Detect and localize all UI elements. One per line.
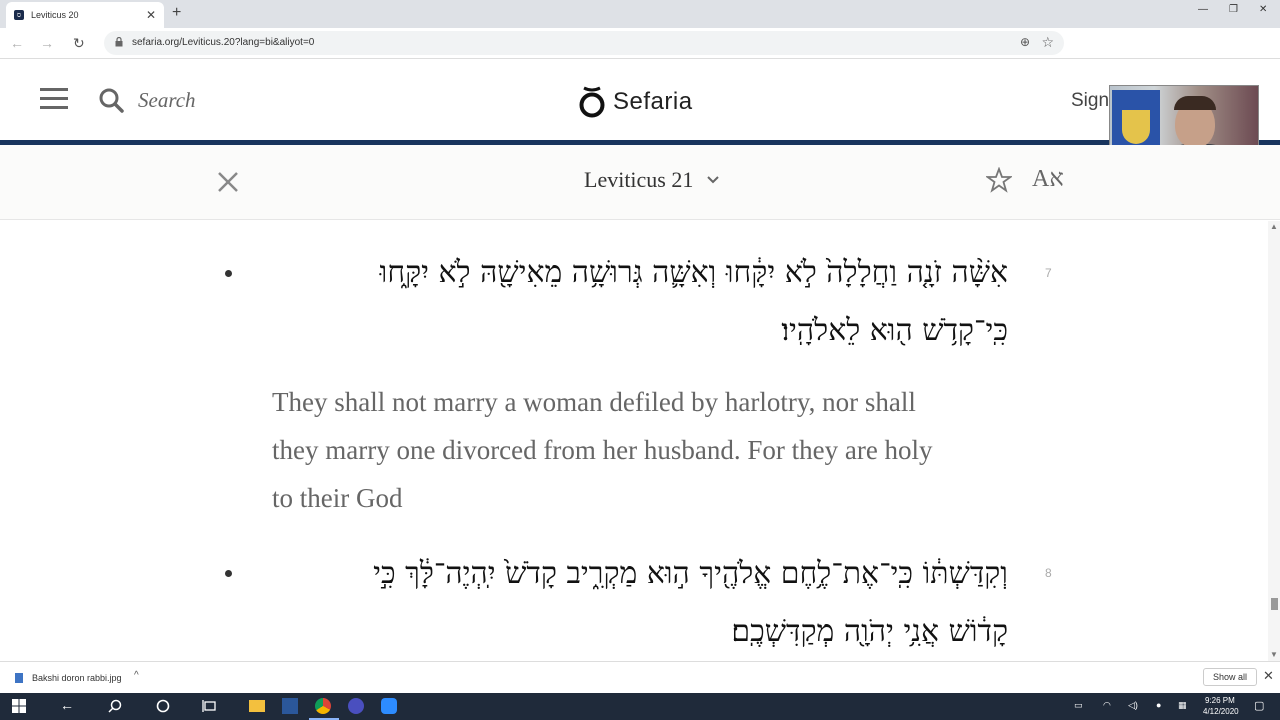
windows-start-icon[interactable] bbox=[11, 698, 27, 714]
tab-leviticus[interactable]: ס Leviticus 20 ✕ bbox=[6, 2, 164, 28]
task-view-icon[interactable] bbox=[202, 698, 218, 714]
file-explorer-icon[interactable] bbox=[249, 700, 265, 712]
search-input[interactable]: Search bbox=[138, 88, 196, 113]
lock-icon bbox=[115, 37, 123, 47]
restore-icon[interactable]: ❐ bbox=[1229, 4, 1238, 15]
tray-microphone-icon[interactable]: ● bbox=[1156, 700, 1161, 710]
search-icon[interactable] bbox=[98, 87, 124, 113]
download-shelf bbox=[0, 661, 1280, 693]
hebrew-line: וְקִדַּשְׁתּ֔וֹ כִּֽי־אֶת־לֶ֥חֶם אֱלֹהֶ֖… bbox=[373, 556, 1008, 591]
reference-title[interactable]: Leviticus 21 bbox=[584, 167, 693, 193]
wifi-icon[interactable]: ◠ bbox=[1103, 700, 1111, 711]
scroll-up-icon[interactable]: ▲ bbox=[1270, 222, 1278, 231]
windows-taskbar bbox=[0, 693, 1280, 720]
chrome-icon[interactable] bbox=[315, 698, 331, 714]
verse-number[interactable]: 7 bbox=[1045, 266, 1052, 280]
menu-icon[interactable] bbox=[40, 88, 68, 110]
chevron-up-icon[interactable]: ^ bbox=[134, 670, 139, 681]
tray-device-icon[interactable]: ▭ bbox=[1074, 700, 1083, 711]
taskbar-date[interactable]: 4/12/2020 bbox=[1203, 707, 1239, 716]
app-icon[interactable] bbox=[348, 698, 364, 714]
minimize-icon[interactable]: — bbox=[1198, 4, 1208, 15]
verse-7-english[interactable]: They shall not marry a woman defiled by … bbox=[272, 378, 1012, 522]
reload-icon[interactable]: ↻ bbox=[73, 35, 85, 52]
keyboard-icon[interactable]: ▦ bbox=[1178, 700, 1187, 711]
tab-strip: ס Leviticus 20 ✕ + — ❐ ✕ bbox=[0, 0, 1280, 28]
taskbar-time[interactable]: 9:26 PM bbox=[1205, 696, 1235, 705]
english-line: They shall not marry a woman defiled by … bbox=[272, 387, 916, 417]
page-scrollbar[interactable] bbox=[1268, 221, 1280, 661]
zoom-icon[interactable]: ⊕ bbox=[1020, 35, 1030, 49]
notifications-icon[interactable]: ▢ bbox=[1254, 699, 1264, 712]
text-settings-icon[interactable]: Aא bbox=[1032, 166, 1064, 193]
verse-bullet bbox=[225, 570, 232, 577]
taskbar-back-icon[interactable]: ← bbox=[60, 697, 74, 713]
verse-number[interactable]: 8 bbox=[1045, 566, 1052, 580]
hebrew-line: כִּֽי־קָדֹ֥שׁ ה֖וּא לֵאלֹהָֽיו׃ bbox=[781, 313, 1008, 348]
hebrew-line: קָד֔וֹשׁ אֲנִ֥י יְהֹוָ֖ה מְקַדִּשְׁכֶֽם׃ bbox=[731, 614, 1008, 649]
sefaria-favicon-icon: ס bbox=[14, 10, 24, 20]
sefaria-logo-icon[interactable] bbox=[578, 86, 606, 118]
url-text: sefaria.org/Leviticus.20?lang=bi&aliyot=… bbox=[132, 37, 315, 48]
image-file-icon bbox=[15, 673, 23, 683]
scroll-down-icon[interactable]: ▼ bbox=[1270, 650, 1278, 659]
hebrew-line: אִשָּׁ֨ה זֹנָ֤ה וַחֲלָלָה֙ לֹ֣א יִקָּ֔חו… bbox=[379, 255, 1008, 290]
volume-icon[interactable]: ◁) bbox=[1128, 700, 1138, 711]
new-tab-icon[interactable]: + bbox=[172, 4, 181, 22]
taskbar-search-icon[interactable] bbox=[107, 698, 123, 714]
tab-title: Leviticus 20 bbox=[31, 10, 79, 20]
forward-icon[interactable]: → bbox=[40, 35, 54, 51]
verse-7-hebrew[interactable]: אִשָּׁ֨ה זֹנָ֤ה וַחֲלָלָה֙ לֹ֣א יִקָּ֔חו… bbox=[268, 244, 1008, 360]
word-icon[interactable] bbox=[282, 698, 298, 714]
cortana-icon[interactable] bbox=[155, 698, 171, 714]
zoom-app-icon[interactable] bbox=[381, 698, 397, 714]
sefaria-logo-text[interactable]: Sefaria bbox=[613, 88, 693, 116]
close-reader-icon[interactable] bbox=[216, 170, 240, 194]
english-line: they marry one divorced from her husband… bbox=[272, 435, 933, 465]
browser-toolbar: ← → ↻ sefaria.org/Leviticus.20?lang=bi&a… bbox=[0, 28, 1280, 79]
english-line: to their God bbox=[272, 483, 403, 513]
close-download-shelf-icon[interactable]: ✕ bbox=[1263, 668, 1274, 684]
download-file-name[interactable]: Bakshi doron rabbi.jpg bbox=[32, 673, 122, 683]
verse-8-hebrew[interactable]: וְקִדַּשְׁתּ֔וֹ כִּֽי־אֶת־לֶ֥חֶם אֱלֹהֶ֖… bbox=[268, 545, 1008, 661]
bookmark-star-icon[interactable]: ☆ bbox=[1041, 34, 1054, 51]
scroll-thumb[interactable] bbox=[1271, 598, 1278, 610]
signin-link[interactable]: Sign bbox=[1071, 90, 1109, 112]
save-star-icon[interactable] bbox=[986, 167, 1012, 193]
window-close-icon[interactable]: ✕ bbox=[1259, 4, 1267, 15]
show-all-button[interactable]: Show all bbox=[1203, 668, 1257, 686]
tab-close-icon[interactable]: ✕ bbox=[146, 8, 156, 22]
verse-bullet bbox=[225, 270, 232, 277]
back-icon[interactable]: ← bbox=[10, 35, 24, 51]
chevron-down-icon[interactable] bbox=[706, 175, 720, 185]
address-bar[interactable]: sefaria.org/Leviticus.20?lang=bi&aliyot=… bbox=[104, 31, 1064, 55]
